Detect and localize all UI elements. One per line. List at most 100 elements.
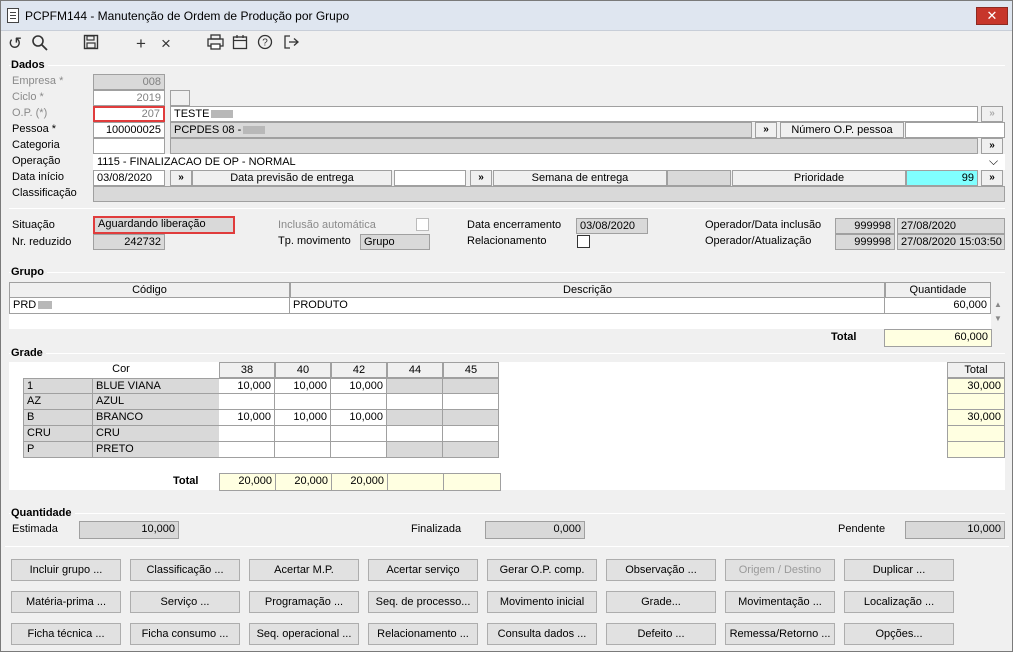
numero-op-pessoa-field[interactable] (905, 122, 1005, 138)
grade-qty-cell[interactable] (443, 426, 499, 442)
prioridade-button[interactable]: » (981, 170, 1003, 186)
grade-qty-cell[interactable] (331, 426, 387, 442)
op-lookup-button[interactable]: » (981, 106, 1003, 122)
grupo-col-codigo[interactable]: Código (9, 282, 290, 298)
remessa-retorno-button[interactable]: Remessa/Retorno ... (725, 623, 835, 645)
grade-col-size[interactable]: 45 (443, 362, 499, 378)
search-icon[interactable] (29, 34, 51, 54)
gerar-op-comp-button[interactable]: Gerar O.P. comp. (487, 559, 597, 581)
grade-qty-cell[interactable] (443, 394, 499, 410)
prioridade-field[interactable]: 99 (906, 170, 978, 186)
grade-qty-cell[interactable] (387, 378, 443, 394)
close-button[interactable]: ✕ (976, 7, 1008, 25)
ciclo-field[interactable]: 2019 (93, 90, 165, 106)
calendar-icon[interactable] (229, 34, 251, 54)
ficha-consumo-button[interactable]: Ficha consumo ... (130, 623, 240, 645)
classificacao-button[interactable]: Classificação ... (130, 559, 240, 581)
data-inicio-button[interactable]: » (170, 170, 192, 186)
grupo-row-descricao[interactable]: PRODUTO (290, 298, 885, 314)
grade-qty-cell[interactable] (275, 442, 331, 458)
observacao-button[interactable]: Observação ... (606, 559, 716, 581)
grade-qty-cell[interactable] (443, 442, 499, 458)
grade-col-size[interactable]: 40 (275, 362, 331, 378)
buttons-divider (5, 546, 1009, 547)
grupo-total-label: Total (831, 331, 857, 343)
inclusao-auto-checkbox[interactable] (416, 218, 429, 231)
op-description[interactable]: TESTE (170, 106, 978, 122)
grade-qty-cell[interactable] (387, 410, 443, 426)
grupo-row-codigo[interactable]: PRD (9, 298, 290, 314)
relacionamento-label: Relacionamento (467, 235, 547, 247)
refresh-icon[interactable]: ↺ (4, 34, 26, 54)
data-inclusao-field: 27/08/2020 (897, 218, 1005, 234)
materia-prima-button[interactable]: Matéria-prima ... (11, 591, 121, 613)
seq-operacional-button[interactable]: Seq. operacional ... (249, 623, 359, 645)
consulta-dados-button[interactable]: Consulta dados ... (487, 623, 597, 645)
grade-qty-cell[interactable]: 10,000 (219, 410, 275, 426)
data-inicio-field[interactable]: 03/08/2020 (93, 170, 165, 186)
save-icon[interactable] (80, 34, 102, 54)
grade-col-size[interactable]: 42 (331, 362, 387, 378)
movimentacao-button[interactable]: Movimentação ... (725, 591, 835, 613)
pessoa-lookup-button[interactable]: » (755, 122, 777, 138)
data-previsao-button[interactable]: » (470, 170, 492, 186)
grade-qty-cell[interactable] (331, 442, 387, 458)
grade-col-size[interactable]: 38 (219, 362, 275, 378)
cancel-icon[interactable]: × (155, 34, 177, 54)
incluir-grupo-button[interactable]: Incluir grupo ... (11, 559, 121, 581)
pessoa-field[interactable]: 100000025 (93, 122, 165, 138)
duplicar-button[interactable]: Duplicar ... (844, 559, 954, 581)
add-icon[interactable]: + (130, 34, 152, 54)
chevron-down-icon[interactable]: ⌵ (989, 154, 998, 169)
quantidade-title: Quantidade (11, 507, 75, 519)
grupo-row-quantidade[interactable]: 60,000 (885, 298, 991, 314)
grupo-scrollbar[interactable]: ▲ ▼ (992, 298, 1004, 329)
grupo-col-descricao[interactable]: Descrição (290, 282, 885, 298)
operador-inclusao-field: 999998 (835, 218, 895, 234)
grade-qty-cell[interactable]: 10,000 (275, 378, 331, 394)
grade-qty-cell[interactable] (443, 378, 499, 394)
grade-qty-cell[interactable]: 10,000 (331, 378, 387, 394)
data-previsao-field[interactable] (394, 170, 466, 186)
print-icon[interactable] (204, 34, 226, 54)
grade-qty-cell[interactable] (387, 426, 443, 442)
grade-qty-cell[interactable] (331, 394, 387, 410)
operacao-select[interactable]: 1115 - FINALIZACAO DE OP - NORMAL (93, 154, 1005, 170)
ficha-tecnica-button[interactable]: Ficha técnica ... (11, 623, 121, 645)
grade-divider (9, 353, 1005, 354)
grade-row-code: P (23, 442, 93, 458)
op-field[interactable]: 207 (93, 106, 165, 122)
exit-icon[interactable] (280, 34, 302, 54)
prioridade-label: Prioridade (732, 170, 906, 186)
origem-destino-button[interactable]: Origem / Destino (725, 559, 835, 581)
grade-qty-cell[interactable]: 10,000 (275, 410, 331, 426)
grupo-col-quantidade[interactable]: Quantidade (885, 282, 991, 298)
grade-qty-cell[interactable] (219, 442, 275, 458)
relacionamento-button[interactable]: Relacionamento ... (368, 623, 478, 645)
acertar-mp-button[interactable]: Acertar M.P. (249, 559, 359, 581)
programacao-button[interactable]: Programação ... (249, 591, 359, 613)
grade-qty-cell[interactable] (387, 394, 443, 410)
categoria-field[interactable] (93, 138, 165, 154)
movimento-inicial-button[interactable]: Movimento inicial (487, 591, 597, 613)
grade-qty-cell[interactable] (275, 426, 331, 442)
grade-qty-cell[interactable] (443, 410, 499, 426)
grade-col-size[interactable]: 44 (387, 362, 443, 378)
servico-button[interactable]: Serviço ... (130, 591, 240, 613)
grade-qty-cell[interactable] (275, 394, 331, 410)
defeito-button[interactable]: Defeito ... (606, 623, 716, 645)
localizacao-button[interactable]: Localização ... (844, 591, 954, 613)
tp-movimento-field: Grupo (360, 234, 430, 250)
grade-qty-cell[interactable] (219, 394, 275, 410)
seq-processo-button[interactable]: Seq. de processo... (368, 591, 478, 613)
grade-qty-cell[interactable] (219, 426, 275, 442)
help-icon[interactable]: ? (254, 34, 276, 54)
grade-button[interactable]: Grade... (606, 591, 716, 613)
grade-qty-cell[interactable] (387, 442, 443, 458)
grade-qty-cell[interactable]: 10,000 (219, 378, 275, 394)
categoria-lookup-button[interactable]: » (981, 138, 1003, 154)
acertar-servico-button[interactable]: Acertar serviço (368, 559, 478, 581)
grade-qty-cell[interactable]: 10,000 (331, 410, 387, 426)
relacionamento-checkbox[interactable] (577, 235, 590, 248)
opcoes-button[interactable]: Opções... (844, 623, 954, 645)
